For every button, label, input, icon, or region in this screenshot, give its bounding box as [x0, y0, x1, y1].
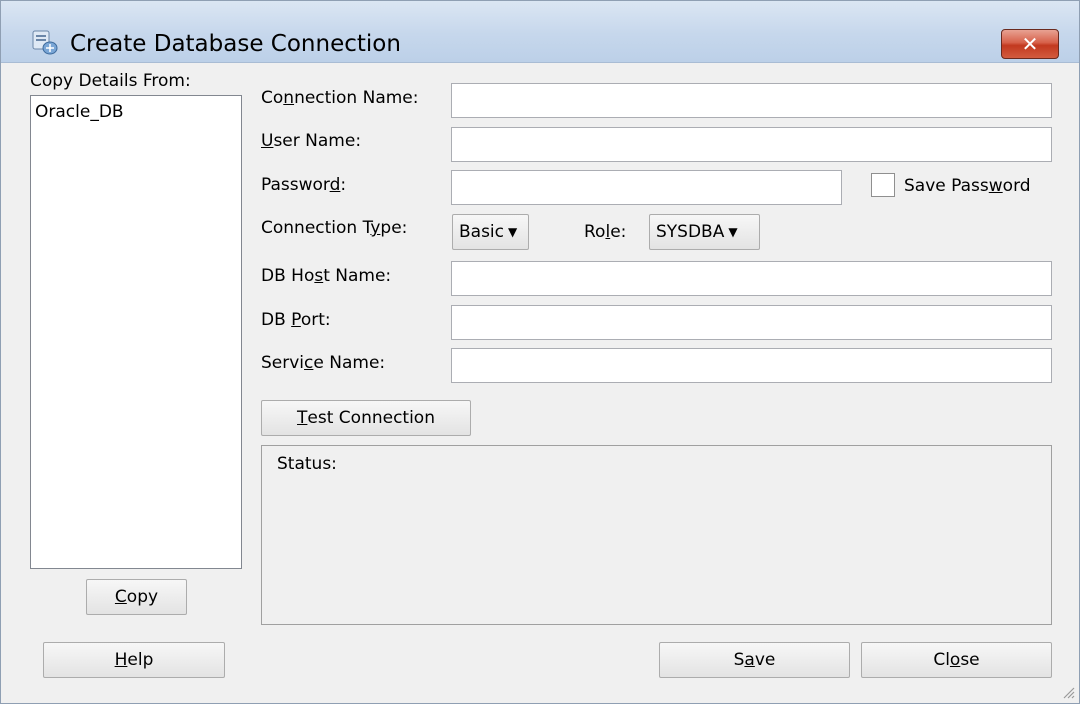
- user-name-label: User Name:: [261, 131, 362, 151]
- connection-name-field[interactable]: [451, 83, 1052, 118]
- status-label: Status:: [277, 454, 337, 474]
- db-host-name-field[interactable]: [451, 261, 1052, 296]
- password-label: Password:: [261, 175, 347, 195]
- db-port-field[interactable]: [451, 305, 1052, 340]
- service-name-label: Service Name:: [261, 353, 386, 373]
- save-password-checkbox[interactable]: [871, 173, 895, 197]
- db-port-label: DB Port:: [261, 310, 331, 330]
- service-name-field[interactable]: [451, 348, 1052, 383]
- role-dropdown[interactable]: SYSDBA ▼: [649, 214, 760, 250]
- resize-grip-icon[interactable]: [1059, 683, 1075, 699]
- close-button[interactable]: Cl o se: [861, 642, 1052, 678]
- connection-type-label: Connection Type:: [261, 218, 408, 238]
- copy-details-label: Copy Details From:: [30, 71, 191, 91]
- password-field[interactable]: [451, 170, 842, 205]
- connection-name-label: Connection Name:: [261, 88, 419, 108]
- db-host-name-label: DB Host Name:: [261, 266, 392, 286]
- copy-button[interactable]: Copy: [86, 579, 187, 615]
- save-password-label[interactable]: Save Password: [904, 176, 1031, 196]
- role-label: Role:: [584, 222, 627, 242]
- help-button[interactable]: Help: [43, 642, 225, 678]
- user-name-field[interactable]: [451, 127, 1052, 162]
- create-database-connection-dialog: Create Database Connection ✕ Copy Detail…: [0, 0, 1080, 704]
- chevron-down-icon: ▼: [728, 225, 738, 239]
- copy-details-list[interactable]: Oracle_DB: [30, 95, 242, 569]
- test-connection-button[interactable]: Test Connection: [261, 400, 471, 436]
- title-bar: Create Database Connection ✕: [1, 1, 1079, 63]
- window-close-button[interactable]: ✕: [1001, 29, 1059, 59]
- connection-type-dropdown[interactable]: Basic ▼: [452, 214, 529, 250]
- list-item[interactable]: Oracle_DB: [31, 96, 241, 122]
- window-title: Create Database Connection: [70, 31, 401, 57]
- database-connection-icon: [32, 30, 58, 55]
- status-panel: Status:: [261, 445, 1052, 625]
- close-icon: ✕: [1021, 32, 1039, 56]
- chevron-down-icon: ▼: [508, 225, 518, 239]
- save-button[interactable]: Sa ve: [659, 642, 850, 678]
